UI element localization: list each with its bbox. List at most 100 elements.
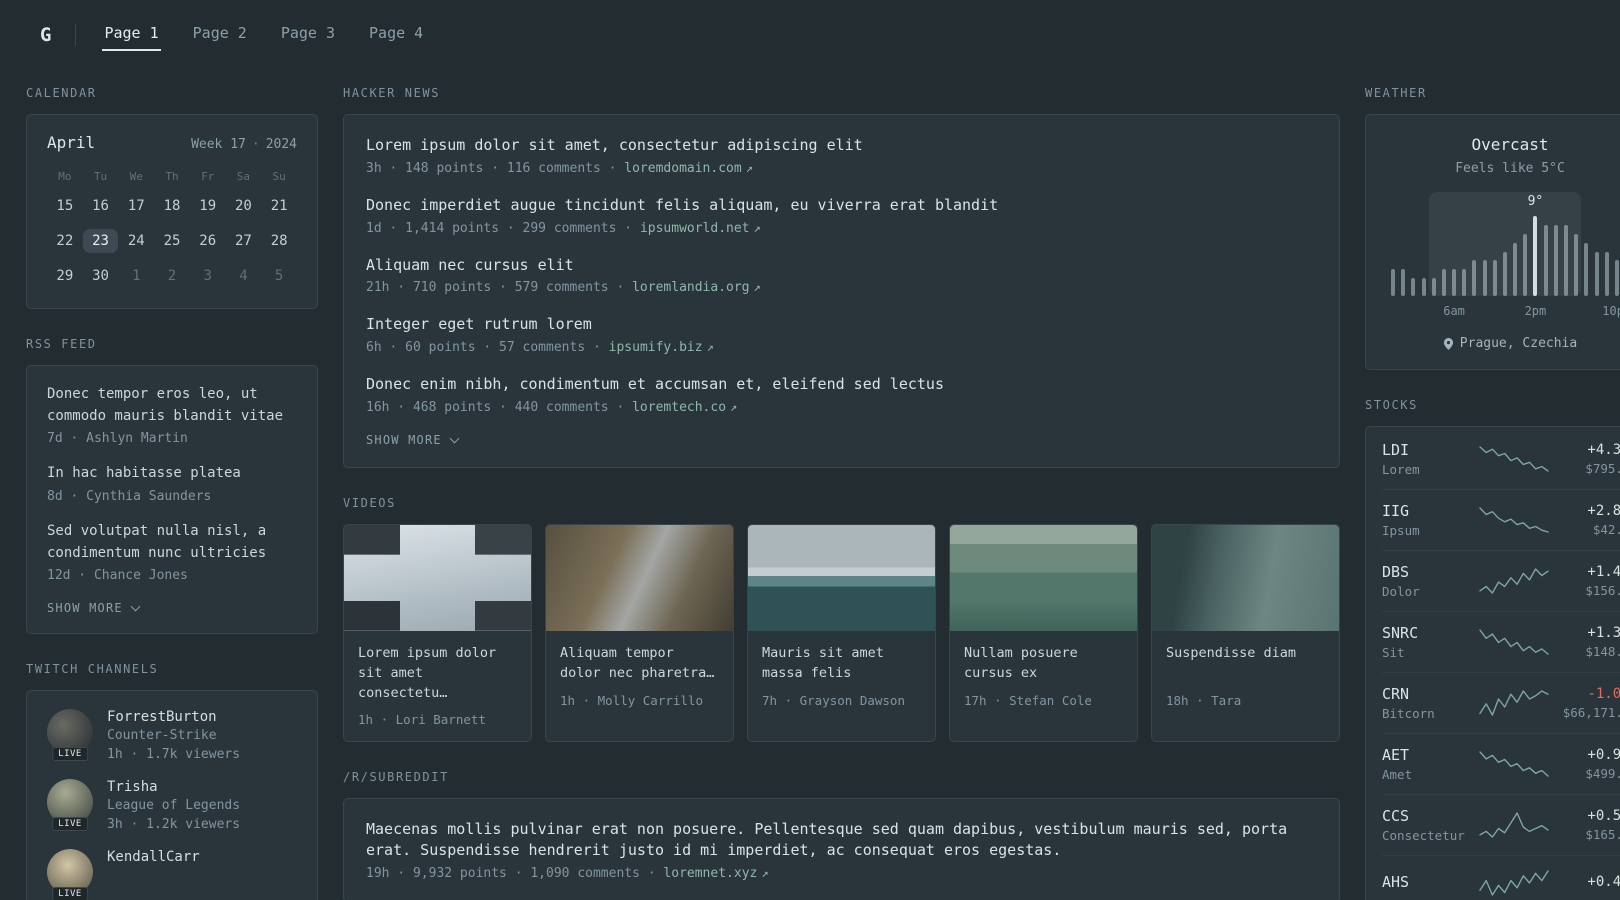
external-link-icon: ↗ bbox=[761, 866, 769, 880]
stock-change: +1.36% bbox=[1587, 625, 1620, 641]
tab-page-2[interactable]: Page 2 bbox=[191, 20, 249, 51]
channel-info: ForrestBurton Counter-Strike 1h · 1.7k v… bbox=[107, 709, 240, 762]
calendar-day: 21 bbox=[270, 198, 288, 214]
hn-show-more-button[interactable]: SHOW MORE bbox=[366, 433, 1317, 447]
app-logo[interactable]: G bbox=[40, 24, 51, 46]
video-info: Nullam posuere cursus ex 17h · Stefan Co… bbox=[950, 631, 1137, 722]
video-thumbnail[interactable] bbox=[546, 524, 733, 631]
stock-price: $156.28 bbox=[1585, 583, 1620, 598]
stock-row[interactable]: AHS +0.46% bbox=[1382, 855, 1620, 900]
rss-show-more-button[interactable]: SHOW MORE bbox=[47, 601, 297, 615]
video-meta: 7h · Grayson Dawson bbox=[762, 692, 905, 708]
stock-row[interactable]: DBS Dolor +1.42% $156.28 bbox=[1382, 550, 1620, 611]
stock-symbol[interactable]: CRN bbox=[1382, 685, 1474, 703]
hn-story-domain[interactable]: ipsumworld.net bbox=[640, 221, 750, 236]
video-title[interactable]: Aliquam tempor dolor nec pharetra… bbox=[560, 643, 719, 685]
channel-name[interactable]: ForrestBurton bbox=[107, 709, 240, 725]
rss-item[interactable]: In hac habitasse platea 8d · Cynthia Sau… bbox=[47, 463, 297, 504]
stocks-widget: LDI Lorem +4.35% $795.18 IIG Ipsum +2.84% $4… bbox=[1365, 426, 1620, 900]
hn-story[interactable]: Lorem ipsum dolor sit amet, consectetur … bbox=[366, 135, 1317, 176]
video-thumbnail[interactable] bbox=[1152, 524, 1339, 631]
hn-story-domain[interactable]: loremdomain.com bbox=[624, 161, 741, 176]
stock-row[interactable]: CCS Consectetur +0.51% $165.84 bbox=[1382, 794, 1620, 855]
hn-story-title[interactable]: Lorem ipsum dolor sit amet, consectetur … bbox=[366, 135, 1317, 157]
rss-item-title[interactable]: Sed volutpat nulla nisl, a condimentum n… bbox=[47, 521, 297, 564]
stock-row[interactable]: SNRC Sit +1.36% $148.64 bbox=[1382, 611, 1620, 672]
stock-row[interactable]: AET Amet +0.92% $499.72 bbox=[1382, 733, 1620, 794]
weather-widget: Overcast Feels like 5°C 9° 6am2pm10pm Pr… bbox=[1365, 114, 1620, 370]
rss-item-title[interactable]: Donec tempor eros leo, ut commodo mauris… bbox=[47, 384, 297, 427]
rss-item[interactable]: Sed volutpat nulla nisl, a condimentum n… bbox=[47, 521, 297, 583]
video-meta: 17h · Stefan Cole bbox=[964, 692, 1092, 708]
tab-page-1[interactable]: Page 1 bbox=[102, 20, 161, 51]
stocks-section-title: STOCKS bbox=[1365, 398, 1418, 412]
stock-change: -1.00% bbox=[1587, 686, 1620, 702]
rss-item-title[interactable]: In hac habitasse platea bbox=[47, 463, 297, 485]
stock-price: $66,171.48 bbox=[1562, 705, 1620, 720]
channel-name[interactable]: KendallCarr bbox=[107, 849, 200, 865]
video-info: Lorem ipsum dolor sit amet consectetu… 1… bbox=[344, 631, 531, 741]
calendar-day: 24 bbox=[127, 233, 145, 249]
calendar-widget: April Week 17 · 2024 Mo Tu We Th Fr Sa Su … bbox=[26, 114, 318, 309]
video-meta: 18h · Tara bbox=[1166, 692, 1242, 708]
stock-row[interactable]: CRN Bitcorn -1.00% $66,171.48 bbox=[1382, 672, 1620, 733]
stock-row[interactable]: LDI Lorem +4.35% $795.18 bbox=[1382, 429, 1620, 489]
rss-item[interactable]: Donec tempor eros leo, ut commodo mauris… bbox=[47, 384, 297, 446]
video-title[interactable]: Lorem ipsum dolor sit amet consectetu… bbox=[358, 643, 517, 704]
video-thumbnail[interactable] bbox=[950, 524, 1137, 631]
twitch-channel[interactable]: LIVE Trisha League of Legends 3h · 1.2k … bbox=[47, 779, 297, 832]
video-info: Aliquam tempor dolor nec pharetra… 1h · … bbox=[546, 631, 733, 722]
calendar-section-title: CALENDAR bbox=[26, 86, 97, 100]
twitch-widget: LIVE ForrestBurton Counter-Strike 1h · 1… bbox=[26, 690, 318, 900]
channel-meta: 1h · 1.7k viewers bbox=[107, 747, 241, 763]
avatar: LIVE bbox=[47, 849, 93, 900]
stock-symbol[interactable]: AET bbox=[1382, 746, 1474, 764]
subreddit-post-title[interactable]: Maecenas mollis pulvinar erat non posuer… bbox=[366, 819, 1317, 863]
hn-story[interactable]: Aliquam nec cursus elit 21h · 710 points… bbox=[366, 255, 1317, 296]
tab-page-4[interactable]: Page 4 bbox=[367, 20, 425, 51]
video-card[interactable]: Aliquam tempor dolor nec pharetra… 1h · … bbox=[545, 523, 734, 742]
stock-symbol[interactable]: AHS bbox=[1382, 873, 1474, 891]
video-card[interactable]: Suspendisse diam 18h · Tara bbox=[1151, 523, 1340, 742]
calendar-day: 15 bbox=[56, 198, 74, 214]
stock-symbol[interactable]: LDI bbox=[1382, 441, 1474, 459]
tab-page-3[interactable]: Page 3 bbox=[279, 20, 337, 51]
calendar-day: 30 bbox=[92, 268, 109, 284]
hn-story-title[interactable]: Donec enim nibh, condimentum et accumsan… bbox=[366, 374, 1317, 396]
hn-story[interactable]: Integer eget rutrum lorem 6h · 60 points… bbox=[366, 314, 1317, 355]
hn-story[interactable]: Donec imperdiet augue tincidunt felis al… bbox=[366, 195, 1317, 236]
stock-symbol[interactable]: SNRC bbox=[1382, 624, 1474, 642]
video-title[interactable]: Mauris sit amet massa felis bbox=[762, 643, 921, 685]
stock-name: Sit bbox=[1382, 645, 1405, 660]
hn-story-domain[interactable]: ipsumify.biz bbox=[609, 340, 703, 355]
stock-symbol[interactable]: IIG bbox=[1382, 502, 1474, 520]
hn-story-domain[interactable]: loremlandia.org bbox=[632, 280, 749, 295]
video-card[interactable]: Lorem ipsum dolor sit amet consectetu… 1… bbox=[343, 523, 532, 742]
video-title[interactable]: Nullam posuere cursus ex bbox=[964, 643, 1123, 685]
video-card[interactable]: Nullam posuere cursus ex 17h · Stefan Co… bbox=[949, 523, 1138, 742]
video-title[interactable]: Suspendisse diam bbox=[1166, 643, 1325, 685]
hn-story-title[interactable]: Donec imperdiet augue tincidunt felis al… bbox=[366, 195, 1317, 217]
hn-story-domain[interactable]: loremtech.co bbox=[632, 400, 726, 415]
video-thumbnail[interactable] bbox=[748, 524, 935, 631]
twitch-channel[interactable]: LIVE KendallCarr bbox=[47, 849, 297, 900]
subreddit-post-domain[interactable]: loremnet.xyz bbox=[663, 866, 757, 881]
hn-story-title[interactable]: Integer eget rutrum lorem bbox=[366, 314, 1317, 336]
hn-story[interactable]: Donec enim nibh, condimentum et accumsan… bbox=[366, 374, 1317, 415]
subreddit-post-meta: 19h · 9,932 points · 1,090 comments · lo… bbox=[366, 866, 769, 881]
stock-symbol[interactable]: CCS bbox=[1382, 807, 1474, 825]
dow-label: Sa bbox=[236, 170, 251, 183]
channel-info: Trisha League of Legends 3h · 1.2k viewe… bbox=[107, 779, 240, 832]
video-card[interactable]: Mauris sit amet massa felis 7h · Grayson… bbox=[747, 523, 936, 742]
twitch-channel[interactable]: LIVE ForrestBurton Counter-Strike 1h · 1… bbox=[47, 709, 297, 762]
subreddit-post[interactable]: Maecenas mollis pulvinar erat non posuer… bbox=[366, 819, 1317, 882]
stock-symbol[interactable]: DBS bbox=[1382, 563, 1474, 581]
channel-name[interactable]: Trisha bbox=[107, 779, 240, 795]
hn-story-title[interactable]: Aliquam nec cursus elit bbox=[366, 255, 1317, 277]
calendar-day: 18 bbox=[163, 198, 181, 214]
stock-sparkline bbox=[1474, 566, 1554, 596]
right-column: WEATHER Overcast Feels like 5°C 9° 6am 2p… bbox=[1365, 70, 1620, 900]
video-thumbnail[interactable] bbox=[344, 524, 531, 631]
weather-location-label: Prague, Czechia bbox=[1459, 336, 1578, 351]
stock-row[interactable]: IIG Ipsum +2.84% $42.04 bbox=[1382, 489, 1620, 550]
